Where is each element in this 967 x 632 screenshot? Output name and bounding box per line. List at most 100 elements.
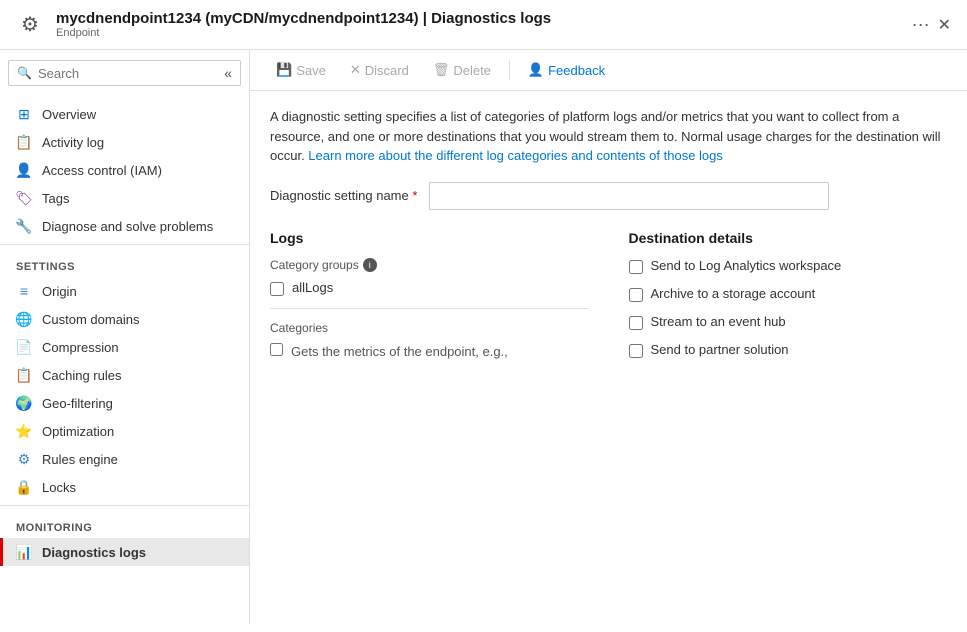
feedback-icon: 👤 xyxy=(528,62,544,78)
sidebar-item-locks[interactable]: 🔒 Locks xyxy=(0,473,249,501)
search-icon: 🔍 xyxy=(17,66,32,80)
sidebar-item-rules-engine[interactable]: ⚙ Rules engine xyxy=(0,445,249,473)
sidebar-item-label: Compression xyxy=(42,340,119,355)
destination-title: Destination details xyxy=(629,230,948,246)
alllogs-label[interactable]: allLogs xyxy=(292,280,333,295)
access-control-icon: 👤 xyxy=(16,162,32,178)
more-options-icon[interactable]: ··· xyxy=(912,14,930,35)
alllogs-checkbox[interactable] xyxy=(270,282,284,296)
categories-label: Categories xyxy=(270,321,589,335)
sidebar-item-custom-domains[interactable]: 🌐 Custom domains xyxy=(0,305,249,333)
sidebar-nav: ⊞ Overview 📋 Activity log 👤 Access contr… xyxy=(0,96,249,570)
category-groups-label: Category groups i xyxy=(270,258,589,272)
diagnose-icon: 🔧 xyxy=(16,218,32,234)
optimization-icon: ⭐ xyxy=(16,423,32,439)
delete-icon: 🗑 xyxy=(433,62,450,78)
header-gear-icon: ⚙ xyxy=(16,11,44,39)
search-box[interactable]: 🔍 « xyxy=(8,60,241,86)
partner-solution-label[interactable]: Send to partner solution xyxy=(651,342,789,357)
log-analytics-label[interactable]: Send to Log Analytics workspace xyxy=(651,258,842,273)
logs-column: Logs Category groups i allLogs Categorie… xyxy=(270,230,589,370)
category-item: Gets the metrics of the endpoint, e.g., xyxy=(270,343,589,361)
diagnostic-setting-name-row: Diagnostic setting name * xyxy=(270,182,947,210)
sidebar-item-tags[interactable]: 🏷 Tags xyxy=(0,184,249,212)
sidebar-item-label: Diagnose and solve problems xyxy=(42,219,213,234)
delete-button[interactable]: 🗑 Delete xyxy=(423,58,501,82)
storage-account-checkbox[interactable] xyxy=(629,288,643,302)
logs-divider xyxy=(270,308,589,309)
feedback-button[interactable]: 👤 Feedback xyxy=(518,58,615,82)
sidebar-item-label: Custom domains xyxy=(42,312,140,327)
main-content: 💾 Save ✕ Discard 🗑 Delete 👤 Feedback A d… xyxy=(250,50,967,624)
destination-column: Destination details Send to Log Analytic… xyxy=(629,230,948,370)
save-icon: 💾 xyxy=(276,62,292,78)
sidebar-item-activity-log[interactable]: 📋 Activity log xyxy=(0,128,249,156)
sidebar-item-label: Overview xyxy=(42,107,96,122)
locks-icon: 🔒 xyxy=(16,479,32,495)
search-input[interactable] xyxy=(38,66,218,81)
sidebar-item-origin[interactable]: ≡ Origin xyxy=(0,277,249,305)
overview-icon: ⊞ xyxy=(16,106,32,122)
settings-section-label: Settings xyxy=(0,249,249,277)
sidebar-item-overview[interactable]: ⊞ Overview xyxy=(0,100,249,128)
log-analytics-checkbox[interactable] xyxy=(629,260,643,274)
main-layout: 🔍 « ⊞ Overview 📋 Activity log 👤 Access c… xyxy=(0,50,967,624)
save-label: Save xyxy=(296,63,326,78)
field-label: Diagnostic setting name * xyxy=(270,188,417,203)
sidebar-item-geo-filtering[interactable]: 🌍 Geo-filtering xyxy=(0,389,249,417)
toolbar-separator xyxy=(509,60,510,80)
delete-label: Delete xyxy=(453,63,491,78)
monitoring-section-label: Monitoring xyxy=(0,510,249,538)
discard-icon: ✕ xyxy=(350,62,361,78)
sidebar-item-optimization[interactable]: ⭐ Optimization xyxy=(0,417,249,445)
caching-rules-icon: 📋 xyxy=(16,367,32,383)
category-label[interactable]: Gets the metrics of the endpoint, e.g., xyxy=(291,343,508,361)
sidebar-item-label: Geo-filtering xyxy=(42,396,113,411)
event-hub-label[interactable]: Stream to an event hub xyxy=(651,314,786,329)
page-header: ⚙ mycdnendpoint1234 (myCDN/mycdnendpoint… xyxy=(0,0,967,50)
origin-icon: ≡ xyxy=(16,283,32,299)
discard-button[interactable]: ✕ Discard xyxy=(340,58,419,82)
sidebar-item-label: Access control (IAM) xyxy=(42,163,162,178)
toolbar: 💾 Save ✕ Discard 🗑 Delete 👤 Feedback xyxy=(250,50,967,91)
custom-domains-icon: 🌐 xyxy=(16,311,32,327)
sidebar-item-label: Locks xyxy=(42,480,76,495)
sidebar: 🔍 « ⊞ Overview 📋 Activity log 👤 Access c… xyxy=(0,50,250,624)
rules-engine-icon: ⚙ xyxy=(16,451,32,467)
sidebar-item-caching-rules[interactable]: 📋 Caching rules xyxy=(0,361,249,389)
storage-account-row: Archive to a storage account xyxy=(629,286,948,302)
event-hub-row: Stream to an event hub xyxy=(629,314,948,330)
log-analytics-row: Send to Log Analytics workspace xyxy=(629,258,948,274)
storage-account-label[interactable]: Archive to a storage account xyxy=(651,286,816,301)
event-hub-checkbox[interactable] xyxy=(629,316,643,330)
discard-label: Discard xyxy=(365,63,409,78)
save-button[interactable]: 💾 Save xyxy=(266,58,336,82)
compression-icon: 📄 xyxy=(16,339,32,355)
close-button[interactable]: ✕ xyxy=(938,15,951,35)
category-checkbox[interactable] xyxy=(270,343,283,356)
alllogs-checkbox-row: allLogs xyxy=(270,280,589,296)
description-text: A diagnostic setting specifies a list of… xyxy=(270,107,947,166)
geo-filtering-icon: 🌍 xyxy=(16,395,32,411)
sidebar-item-access-control[interactable]: 👤 Access control (IAM) xyxy=(0,156,249,184)
two-column-layout: Logs Category groups i allLogs Categorie… xyxy=(270,230,947,370)
diagnostics-logs-icon: 📊 xyxy=(16,544,32,560)
learn-more-link[interactable]: Learn more about the different log categ… xyxy=(308,148,723,163)
page-title: mycdnendpoint1234 (myCDN/mycdnendpoint12… xyxy=(56,10,900,27)
sidebar-item-compression[interactable]: 📄 Compression xyxy=(0,333,249,361)
diagnostic-name-input[interactable] xyxy=(429,182,829,210)
feedback-label: Feedback xyxy=(548,63,605,78)
sidebar-item-label: Rules engine xyxy=(42,452,118,467)
sidebar-item-label: Tags xyxy=(42,191,69,206)
content-area: A diagnostic setting specifies a list of… xyxy=(250,91,967,624)
sidebar-item-label: Origin xyxy=(42,284,77,299)
category-groups-info-icon[interactable]: i xyxy=(363,258,377,272)
activity-log-icon: 📋 xyxy=(16,134,32,150)
required-marker: * xyxy=(412,188,417,203)
partner-solution-checkbox[interactable] xyxy=(629,344,643,358)
sidebar-item-diagnostics-logs[interactable]: 📊 Diagnostics logs xyxy=(0,538,249,566)
collapse-icon[interactable]: « xyxy=(224,65,232,81)
tags-icon: 🏷 xyxy=(16,190,32,206)
logs-title: Logs xyxy=(270,230,589,246)
sidebar-item-diagnose[interactable]: 🔧 Diagnose and solve problems xyxy=(0,212,249,240)
